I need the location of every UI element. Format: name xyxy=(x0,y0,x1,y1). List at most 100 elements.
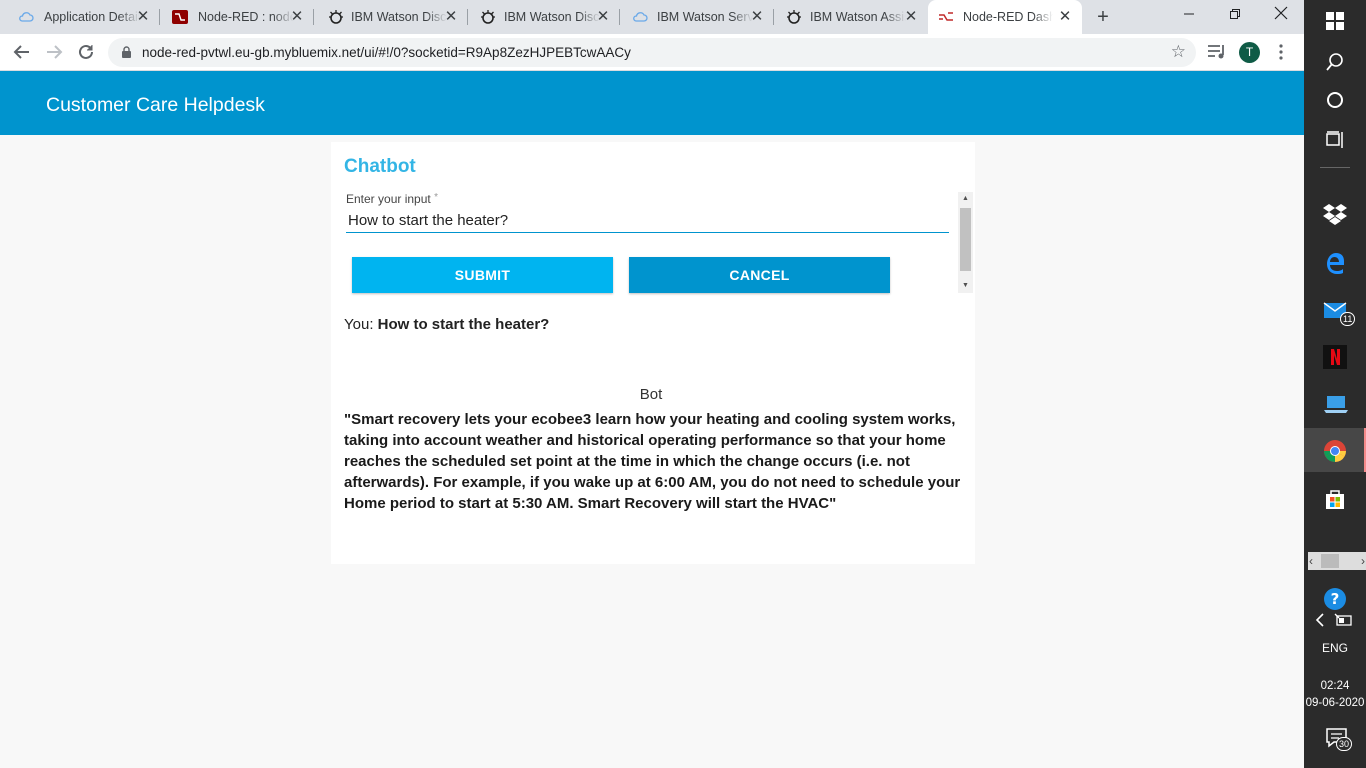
tab-separator xyxy=(313,9,314,25)
input-label: Enter your input * xyxy=(346,192,438,206)
browser-tab[interactable]: IBM Watson Assistant ✕ xyxy=(776,0,928,34)
arrow-right-icon xyxy=(47,45,63,59)
tab-title: IBM Watson Discovery xyxy=(351,10,447,24)
close-window-button[interactable] xyxy=(1266,6,1296,26)
laptop-icon xyxy=(1324,396,1348,413)
taskbar-divider xyxy=(1320,167,1350,168)
taskbar-app-mail[interactable]: 11 xyxy=(1304,288,1366,332)
ibm-cloud-icon xyxy=(633,12,648,22)
tab-separator xyxy=(619,9,620,25)
chevron-left-icon[interactable] xyxy=(1314,613,1326,627)
notification-center-button[interactable]: 30 xyxy=(1326,728,1353,754)
submit-button[interactable]: SUBMIT xyxy=(352,257,613,293)
watson-icon xyxy=(787,10,801,24)
close-icon[interactable]: ✕ xyxy=(442,8,460,26)
scroll-thumb[interactable] xyxy=(960,208,971,271)
tray-area xyxy=(1304,606,1366,634)
windows-taskbar: 11 ‹ › ? ENG 02:24 09-06-2020 30 xyxy=(1304,0,1366,768)
taskbar-app-remote-desktop[interactable] xyxy=(1304,382,1366,426)
dropbox-icon xyxy=(1323,204,1347,225)
taskbar-app-edge[interactable] xyxy=(1304,240,1366,284)
address-bar[interactable]: node-red-pvtwl.eu-gb.mybluemix.net/ui/#!… xyxy=(108,38,1196,67)
scroll-thumb[interactable] xyxy=(1321,554,1339,568)
arrow-left-icon xyxy=(13,45,29,59)
taskbar-app-store[interactable] xyxy=(1304,476,1366,520)
scroll-down-arrow-icon[interactable]: ▼ xyxy=(958,281,973,291)
browser-tab-active[interactable]: Node-RED Dashboard ✕ xyxy=(928,0,1082,34)
task-view-button[interactable] xyxy=(1304,118,1366,162)
chrome-icon xyxy=(1324,440,1346,462)
tab-title: Node-RED Dashboard xyxy=(963,10,1053,24)
cortana-icon xyxy=(1327,92,1343,108)
close-icon[interactable]: ✕ xyxy=(594,8,612,26)
close-icon[interactable]: ✕ xyxy=(748,8,766,26)
reload-button[interactable] xyxy=(74,40,98,64)
taskbar-app-chrome[interactable] xyxy=(1304,428,1366,472)
browser-tab[interactable]: IBM Watson Discovery ✕ xyxy=(470,0,620,34)
page-title: Customer Care Helpdesk xyxy=(46,94,265,116)
notification-badge: 30 xyxy=(1336,737,1353,751)
browser-tab-strip: Application Details ✕ Node-RED : node-re… xyxy=(0,0,1304,34)
search-icon xyxy=(1326,53,1343,71)
close-icon[interactable]: ✕ xyxy=(288,8,306,26)
tab-separator xyxy=(159,9,160,25)
user-message: How to start the heater? xyxy=(377,316,550,333)
taskbar-app-dropbox[interactable] xyxy=(1304,192,1366,236)
form-scrollbar[interactable]: ▲ ▼ xyxy=(958,192,973,293)
tab-title: IBM Watson Discovery xyxy=(504,10,600,24)
kebab-menu-icon xyxy=(1279,44,1283,60)
tab-separator xyxy=(773,9,774,25)
new-tab-button[interactable]: + xyxy=(1092,6,1114,28)
close-icon[interactable]: ✕ xyxy=(134,8,152,26)
battery-icon[interactable] xyxy=(1334,613,1354,627)
chatbot-card: Chatbot Enter your input * ▲ ▼ SUBMIT CA… xyxy=(331,142,975,564)
search-button[interactable] xyxy=(1304,40,1366,84)
chevron-right-icon[interactable]: › xyxy=(1361,552,1365,570)
tab-title: Application Details xyxy=(44,10,140,24)
forward-button[interactable] xyxy=(42,40,66,64)
start-button[interactable] xyxy=(1304,0,1366,44)
clock-time[interactable]: 02:24 xyxy=(1304,680,1366,692)
clock-date[interactable]: 09-06-2020 xyxy=(1304,697,1366,709)
task-view-icon xyxy=(1326,131,1343,148)
node-red-icon xyxy=(172,10,188,24)
chevron-left-icon[interactable]: ‹ xyxy=(1309,552,1313,570)
taskbar-scrollbar[interactable]: ‹ › xyxy=(1308,552,1366,570)
browser-tab[interactable]: Node-RED : node-red ✕ xyxy=(162,0,314,34)
language-indicator[interactable]: ENG xyxy=(1304,641,1366,655)
taskbar-app-netflix[interactable] xyxy=(1304,334,1366,378)
tab-title: IBM Watson Services xyxy=(657,10,753,24)
back-button[interactable] xyxy=(10,40,34,64)
close-icon xyxy=(1274,6,1288,20)
store-icon xyxy=(1326,490,1344,509)
node-red-icon xyxy=(939,12,953,21)
chat-input[interactable] xyxy=(346,209,949,233)
url-text: node-red-pvtwl.eu-gb.mybluemix.net/ui/#!… xyxy=(142,45,631,60)
browser-tab[interactable]: IBM Watson Services ✕ xyxy=(622,0,774,34)
edge-icon xyxy=(1327,253,1344,274)
bot-message: "Smart recovery lets your ecobee3 learn … xyxy=(344,411,961,512)
watson-icon xyxy=(329,10,343,24)
ibm-cloud-icon xyxy=(19,12,34,22)
profile-avatar[interactable]: T xyxy=(1239,42,1260,63)
media-control-icon[interactable] xyxy=(1206,42,1228,62)
user-message-row: You: How to start the heater? xyxy=(344,316,549,333)
netflix-icon xyxy=(1323,345,1347,369)
tab-title: IBM Watson Assistant xyxy=(810,10,906,24)
tab-title: Node-RED : node-red xyxy=(198,10,294,24)
dashboard-header: Customer Care Helpdesk xyxy=(0,71,1304,135)
minimize-button[interactable] xyxy=(1174,6,1204,26)
close-icon[interactable]: ✕ xyxy=(1056,8,1074,26)
tab-separator xyxy=(467,9,468,25)
close-icon[interactable]: ✕ xyxy=(902,8,920,26)
browser-tab[interactable]: IBM Watson Discovery ✕ xyxy=(316,0,468,34)
browser-tab[interactable]: Application Details ✕ xyxy=(0,0,160,34)
restore-button[interactable] xyxy=(1220,6,1250,26)
scroll-up-arrow-icon[interactable]: ▲ xyxy=(958,194,973,204)
cancel-button[interactable]: CANCEL xyxy=(629,257,890,293)
minimize-icon xyxy=(1184,13,1194,15)
star-icon[interactable]: ☆ xyxy=(1171,42,1186,62)
more-menu-button[interactable] xyxy=(1271,41,1291,63)
windows-icon xyxy=(1326,12,1344,30)
bot-label: Bot xyxy=(639,386,663,403)
